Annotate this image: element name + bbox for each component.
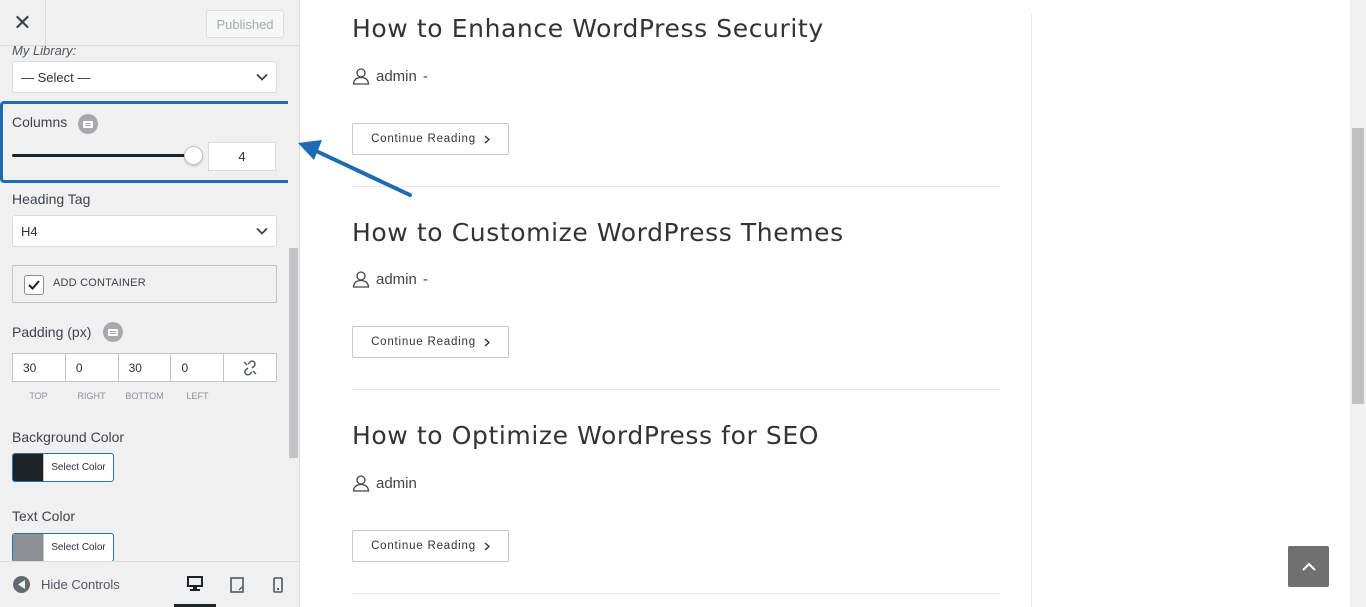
padding-top-input[interactable]: 30: [13, 354, 66, 381]
post-title[interactable]: How to Enhance WordPress Security: [352, 14, 1000, 43]
text-select-color-button[interactable]: Select Color: [43, 534, 113, 561]
close-button[interactable]: ✕: [0, 0, 46, 46]
library-select-value: — Select —: [21, 69, 91, 85]
text-color-swatch: [13, 534, 43, 561]
post-author[interactable]: admin: [376, 68, 417, 85]
background-select-color-button[interactable]: Select Color: [43, 454, 113, 481]
padding-captions: TOP RIGHT BOTTOM LEFT: [12, 391, 224, 401]
columns-control: Columns 4: [0, 101, 288, 183]
sidebar-scrollbar[interactable]: [289, 248, 298, 458]
chevron-down-icon: [256, 73, 268, 81]
columns-slider-handle[interactable]: [184, 146, 203, 165]
heading-tag-select[interactable]: H4: [12, 215, 277, 247]
chevron-right-icon: [484, 541, 490, 551]
add-container-checkbox[interactable]: [24, 275, 44, 295]
background-color-label: Background Color: [12, 429, 125, 445]
user-icon: [352, 475, 370, 492]
help-icon[interactable]: [103, 322, 123, 342]
collapse-icon: [13, 576, 30, 593]
continue-reading-button[interactable]: Continue Reading: [352, 530, 509, 562]
annotation-arrow: [298, 140, 412, 197]
post-meta: admin -: [352, 67, 428, 85]
heading-tag-label: Heading Tag: [12, 191, 91, 207]
unlink-icon: [243, 359, 257, 376]
post-meta: admin: [352, 474, 417, 492]
padding-caption-top: TOP: [29, 391, 48, 401]
customizer-sidebar: ✕ Published My Library: — Select — Colum…: [0, 0, 300, 607]
library-label: My Library:: [12, 46, 77, 58]
padding-right-input[interactable]: 0: [66, 354, 119, 381]
published-button[interactable]: Published: [206, 10, 284, 38]
post-title[interactable]: How to Customize WordPress Themes: [352, 218, 1000, 247]
post-divider: [352, 186, 1000, 187]
meta-separator: -: [422, 67, 428, 85]
text-color-picker[interactable]: Select Color: [12, 533, 114, 561]
sidebar-header: ✕ Published: [0, 0, 299, 46]
text-color-label: Text Color: [12, 508, 76, 524]
post-author[interactable]: admin: [376, 475, 417, 492]
post-author[interactable]: admin: [376, 271, 417, 288]
checkmark-icon: [28, 280, 40, 290]
post-item: How to Optimize WordPress for SEO admin …: [352, 421, 1000, 562]
content-sidebar-divider: [1031, 14, 1032, 607]
columns-slider-track[interactable]: [12, 154, 196, 157]
continue-reading-label: Continue Reading: [371, 540, 476, 552]
hide-controls-label: Hide Controls: [41, 577, 120, 592]
padding-caption-right: RIGHT: [77, 391, 106, 401]
heading-tag-value: H4: [21, 223, 38, 239]
background-color-swatch: [13, 454, 43, 481]
chevron-right-icon: [484, 337, 490, 347]
chevron-right-icon: [484, 134, 490, 144]
preview-scrollbar-thumb[interactable]: [1352, 128, 1364, 404]
post-divider: [352, 389, 1000, 390]
preview-scrollbar[interactable]: [1350, 0, 1366, 607]
padding-bottom-input[interactable]: 30: [119, 354, 172, 381]
add-container-label: ADD CONTAINER: [53, 277, 146, 289]
padding-label: Padding (px): [12, 324, 92, 340]
help-icon[interactable]: [78, 114, 98, 134]
mobile-icon: [273, 577, 283, 593]
chevron-up-icon: [1301, 562, 1316, 571]
background-color-picker[interactable]: Select Color: [12, 453, 114, 482]
padding-inputs: 30 0 30 0: [12, 353, 277, 382]
library-select[interactable]: — Select —: [12, 61, 277, 93]
post-item: How to Customize WordPress Themes admin …: [352, 218, 1000, 358]
add-container-control: ADD CONTAINER: [12, 265, 277, 303]
user-icon: [352, 271, 370, 288]
post-title[interactable]: How to Optimize WordPress for SEO: [352, 421, 1000, 450]
sidebar-footer: Hide Controls: [0, 561, 299, 607]
hide-controls-button[interactable]: Hide Controls: [13, 576, 120, 593]
back-to-top-button[interactable]: [1288, 546, 1329, 587]
user-icon: [352, 68, 370, 85]
padding-caption-left: LEFT: [186, 391, 209, 401]
desktop-icon: [187, 575, 203, 591]
post-divider: [352, 593, 1000, 594]
chevron-down-icon: [256, 227, 268, 235]
continue-reading-label: Continue Reading: [371, 336, 476, 348]
padding-caption-bottom: BOTTOM: [125, 391, 164, 401]
post-meta: admin -: [352, 270, 428, 288]
continue-reading-button[interactable]: Continue Reading: [352, 326, 509, 358]
mobile-preview-button[interactable]: [257, 562, 299, 607]
site-preview: How to Enhance WordPress Security admin …: [300, 0, 1350, 607]
columns-value-input[interactable]: 4: [208, 142, 276, 171]
sidebar-controls: My Library: — Select — Columns 4 Heading…: [0, 46, 288, 561]
tablet-icon: [230, 577, 244, 593]
unlink-padding-button[interactable]: [224, 354, 276, 381]
tablet-preview-button[interactable]: [216, 562, 258, 607]
post-item: How to Enhance WordPress Security admin …: [352, 14, 1000, 155]
padding-left-input[interactable]: 0: [171, 354, 225, 381]
columns-label: Columns: [12, 114, 68, 130]
meta-separator: -: [422, 270, 428, 288]
close-icon: ✕: [13, 10, 32, 36]
desktop-preview-button[interactable]: [174, 562, 216, 607]
